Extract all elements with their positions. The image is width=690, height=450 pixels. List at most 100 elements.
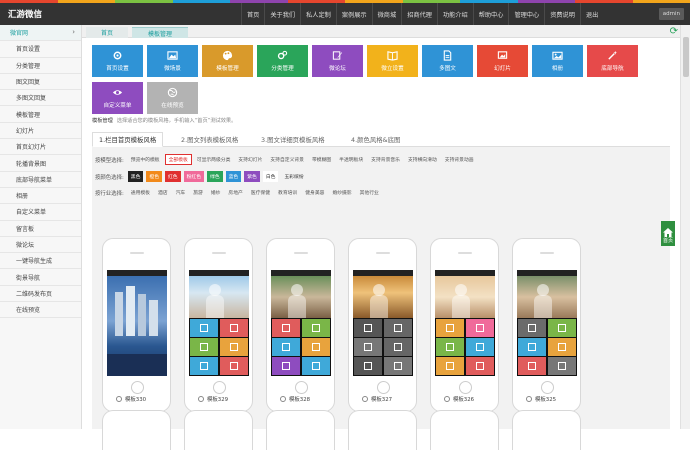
- sidebar-item[interactable]: 微论坛: [0, 237, 81, 253]
- template-preview-phone[interactable]: [348, 238, 417, 412]
- template-preview-phone[interactable]: [102, 238, 171, 412]
- template-radio[interactable]: [362, 396, 368, 402]
- template-preview-phone-next-row[interactable]: [184, 410, 253, 450]
- filter-industry-option[interactable]: 汽车: [173, 188, 189, 197]
- sidebar-item[interactable]: 在线预览: [0, 302, 81, 318]
- floating-home-button[interactable]: 首页: [661, 221, 675, 246]
- quick-tile[interactable]: 分类管理: [257, 45, 308, 77]
- topnav-item[interactable]: 管理中心: [508, 3, 544, 25]
- template-preview-phone-next-row[interactable]: [512, 410, 581, 450]
- template-option[interactable]: 模板326: [444, 394, 474, 403]
- sidebar-section-title[interactable]: 微官网 ›: [0, 25, 81, 41]
- sidebar-item[interactable]: 图文回复: [0, 74, 81, 90]
- filter-color-option[interactable]: 粉红色: [184, 171, 204, 182]
- template-preview-phone-next-row[interactable]: [348, 410, 417, 450]
- template-preview-phone[interactable]: [266, 238, 335, 412]
- topnav-item[interactable]: 招商代理: [401, 3, 437, 25]
- quick-tile[interactable]: 相册: [532, 45, 583, 77]
- topnav-item[interactable]: 首页: [241, 3, 264, 25]
- template-radio[interactable]: [280, 396, 286, 402]
- sidebar-item[interactable]: 幻灯片: [0, 123, 81, 139]
- topnav-item[interactable]: 帮助中心: [473, 3, 509, 25]
- sidebar-item[interactable]: 多图文回复: [0, 90, 81, 106]
- filter-type-option[interactable]: 全部模板: [165, 154, 192, 165]
- quick-tile[interactable]: 多图文: [422, 45, 473, 77]
- quick-tile[interactable]: 首页设置: [92, 45, 143, 77]
- template-option[interactable]: 模板329: [198, 394, 228, 403]
- filter-color-option[interactable]: 绿色: [207, 171, 223, 182]
- filter-color-option[interactable]: 白色: [263, 171, 279, 182]
- topnav-item[interactable]: 微商城: [372, 3, 402, 25]
- content-tab[interactable]: 2.图文列表模板风格: [175, 132, 244, 147]
- filter-industry-option[interactable]: 健身美容: [302, 188, 327, 197]
- quick-tile[interactable]: 微场景: [147, 45, 198, 77]
- sidebar-item[interactable]: 二维码发布页: [0, 286, 81, 302]
- template-radio[interactable]: [444, 396, 450, 402]
- topnav-item[interactable]: 私人定制: [300, 3, 336, 25]
- template-preview-phone-next-row[interactable]: [430, 410, 499, 450]
- sidebar-item[interactable]: 底部导航菜单: [0, 172, 81, 188]
- filter-industry-option[interactable]: 旅游: [190, 188, 206, 197]
- template-preview-phone[interactable]: [184, 238, 253, 412]
- sidebar-item[interactable]: 相册: [0, 188, 81, 204]
- sidebar-item[interactable]: 首页设置: [0, 41, 81, 57]
- quick-tile[interactable]: 微论坛: [312, 45, 363, 77]
- sidebar-item[interactable]: 留言板: [0, 221, 81, 237]
- filter-color-option[interactable]: 紫色: [244, 171, 260, 182]
- template-preview-phone-next-row[interactable]: [266, 410, 335, 450]
- quick-tile[interactable]: 模板管理: [202, 45, 253, 77]
- sidebar-item[interactable]: 分类管理: [0, 58, 81, 74]
- template-preview-phone[interactable]: [430, 238, 499, 412]
- sidebar-item[interactable]: 模板管理: [0, 106, 81, 122]
- filter-color-option[interactable]: 黑色: [128, 171, 144, 182]
- filter-color-option[interactable]: 五彩缤纷: [281, 171, 306, 182]
- template-option[interactable]: 模板325: [526, 394, 556, 403]
- filter-industry-option[interactable]: 房地产: [225, 188, 245, 197]
- filter-industry-option[interactable]: 其他行业: [357, 188, 382, 197]
- sidebar-item[interactable]: 一键导航生成: [0, 253, 81, 269]
- filter-color-option[interactable]: 红色: [165, 171, 181, 182]
- filter-industry-option[interactable]: 通用模板: [128, 188, 153, 197]
- sidebar-item[interactable]: 自定义菜单: [0, 204, 81, 220]
- filter-type-option[interactable]: 支持背景音乐: [368, 155, 403, 164]
- filter-type-option[interactable]: 带模糊图: [309, 155, 334, 164]
- template-radio[interactable]: [526, 396, 532, 402]
- topnav-item[interactable]: 关于我们: [264, 3, 300, 25]
- quick-tile[interactable]: 在线预览: [147, 82, 198, 114]
- content-tab[interactable]: 1.栏目首页模板风格: [92, 132, 163, 147]
- sidebar-item[interactable]: 轮播背景图: [0, 155, 81, 171]
- filter-industry-option[interactable]: 婚纱摄影: [329, 188, 354, 197]
- template-option[interactable]: 模板327: [362, 394, 392, 403]
- filter-type-option[interactable]: 支持自定义背景: [267, 155, 307, 164]
- quick-tile[interactable]: 微立设置: [367, 45, 418, 77]
- sidebar-item[interactable]: 街景导航: [0, 269, 81, 285]
- filter-industry-option[interactable]: 医疗保健: [248, 188, 273, 197]
- sidebar-item[interactable]: 首页幻灯片: [0, 139, 81, 155]
- quick-tile[interactable]: 幻灯片: [477, 45, 528, 77]
- template-radio[interactable]: [116, 396, 122, 402]
- template-option[interactable]: 模板330: [116, 394, 146, 403]
- template-radio[interactable]: [198, 396, 204, 402]
- filter-type-option[interactable]: 支持横向滑动: [405, 155, 440, 164]
- quick-tile[interactable]: 底部导航: [587, 45, 638, 77]
- filter-type-option[interactable]: 可显示两级分类: [194, 155, 234, 164]
- filter-color-option[interactable]: 橙色: [146, 171, 162, 182]
- filter-industry-option[interactable]: 酒店: [155, 188, 171, 197]
- template-preview-phone-next-row[interactable]: [102, 410, 171, 450]
- scrollbar-thumb[interactable]: [683, 37, 689, 77]
- content-tab[interactable]: 4.颜色风格&底图: [345, 132, 406, 147]
- tab-home[interactable]: 首页: [86, 27, 128, 38]
- filter-type-option[interactable]: 支持背景动画: [442, 155, 477, 164]
- content-tab[interactable]: 3.图文详细页模板风格: [255, 132, 331, 147]
- admin-user-badge[interactable]: admin: [659, 8, 684, 20]
- topnav-item[interactable]: 退出: [580, 3, 603, 25]
- filter-color-option[interactable]: 蓝色: [226, 171, 242, 182]
- filter-type-option[interactable]: 支持幻灯片: [235, 155, 265, 164]
- refresh-icon[interactable]: ⟳: [670, 27, 678, 37]
- template-preview-phone[interactable]: [512, 238, 581, 412]
- page-scrollbar[interactable]: [680, 25, 690, 429]
- tab-template-management[interactable]: 模板管理: [132, 27, 188, 38]
- template-option[interactable]: 模板328: [280, 394, 310, 403]
- topnav-item[interactable]: 案例展示: [336, 3, 372, 25]
- filter-type-option[interactable]: 预览中的模板: [128, 155, 163, 164]
